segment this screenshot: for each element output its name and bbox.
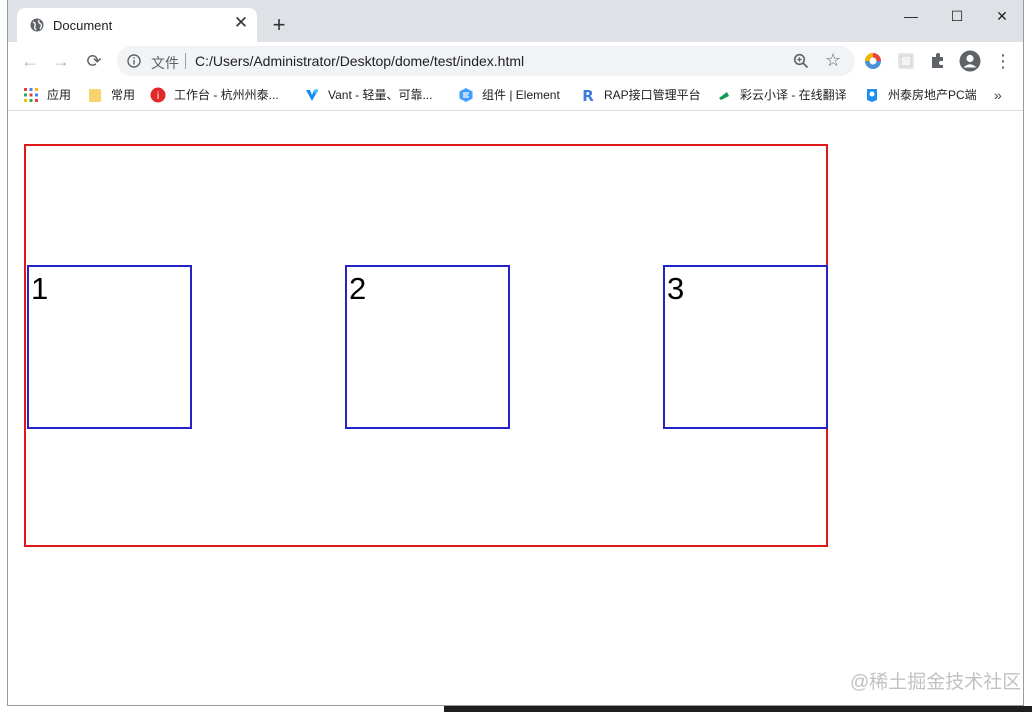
apps-grid-icon — [24, 88, 38, 102]
realestate-icon — [867, 89, 877, 102]
tab-title: Document — [53, 18, 113, 33]
box-number: 3 — [667, 271, 685, 306]
workbench-icon: i — [150, 87, 166, 103]
protocol-label: 文件 — [151, 55, 179, 71]
box-number: 2 — [349, 271, 367, 306]
bookmark-label: 组件 | Element — [482, 88, 560, 102]
bookmark-label: Vant - 轻量、可靠... — [328, 88, 433, 102]
bookmark-label: 应用 — [47, 88, 72, 102]
folder-icon — [89, 89, 101, 102]
taskbar-strip — [444, 706, 1032, 712]
bookmarks-overflow-chevron-icon[interactable]: » — [994, 86, 1002, 104]
window-minimize-button[interactable]: — — [888, 6, 934, 26]
rap-icon: R — [582, 87, 594, 103]
svg-text:R: R — [582, 87, 594, 103]
address-bar[interactable]: 文件 C:/Users/Administrator/Desktop/dome/t… — [117, 46, 855, 76]
bookmark-label: 工作台 - 杭州州泰... — [174, 88, 279, 102]
globe-icon — [30, 18, 44, 32]
forward-button[interactable]: → — [51, 51, 71, 71]
bookmark-label: 彩云小译 - 在线翻译 — [740, 88, 847, 102]
vant-icon — [306, 89, 318, 101]
bookmarks-bar: 应用 常用 i 工作台 - 杭州州泰... Vant - 轻量、可靠... 组件… — [8, 80, 1023, 111]
outer-container: 1 2 3 — [24, 144, 828, 547]
bookmark-star-icon[interactable]: ☆ — [825, 50, 841, 70]
reload-button[interactable]: ⟳ — [84, 51, 104, 71]
back-button[interactable]: ← — [20, 51, 40, 71]
caiyun-icon — [719, 92, 729, 100]
tab-close-icon[interactable]: ✕ — [232, 14, 250, 32]
profile-avatar-icon[interactable] — [959, 50, 981, 72]
tab-strip: Document ✕ + — ☐ ✕ — [8, 0, 1023, 42]
watermark-text: @稀土掘金技术社区 — [850, 672, 1022, 693]
bookmark-label: RAP接口管理平台 — [604, 88, 701, 102]
svg-text:i: i — [157, 91, 160, 102]
extension-grey-icon[interactable] — [897, 52, 915, 70]
box-item: 1 — [27, 265, 192, 429]
tab-document[interactable]: Document ✕ — [17, 8, 257, 42]
browser-toolbar: ← → ⟳ 文件 C:/Users/Administrator/Desktop/… — [8, 42, 1023, 80]
box-item: 3 — [663, 265, 828, 429]
browser-menu-icon[interactable]: ⋮ — [994, 51, 1012, 71]
window-close-button[interactable]: ✕ — [979, 6, 1023, 26]
extension-colorful-icon[interactable] — [864, 52, 882, 70]
url-text[interactable]: C:/Users/Administrator/Desktop/dome/test… — [195, 53, 524, 69]
box-number: 1 — [31, 271, 49, 306]
page-content: 1 2 3 @稀土掘金技术社区 — [8, 111, 1023, 705]
bookmark-label: 州泰房地产PC端 — [888, 88, 977, 102]
extensions-puzzle-icon[interactable] — [929, 52, 947, 70]
info-icon[interactable] — [127, 54, 141, 68]
new-tab-button[interactable]: + — [268, 14, 290, 36]
bookmark-label: 常用 — [111, 88, 136, 102]
box-item: 2 — [345, 265, 510, 429]
window-maximize-button[interactable]: ☐ — [934, 6, 980, 26]
browser-window: Document ✕ + — ☐ ✕ ← → ⟳ 文件 C:/Users/Adm… — [7, 0, 1024, 706]
protocol-separator — [185, 53, 186, 69]
zoom-icon[interactable] — [793, 53, 809, 69]
element-icon — [459, 88, 473, 102]
